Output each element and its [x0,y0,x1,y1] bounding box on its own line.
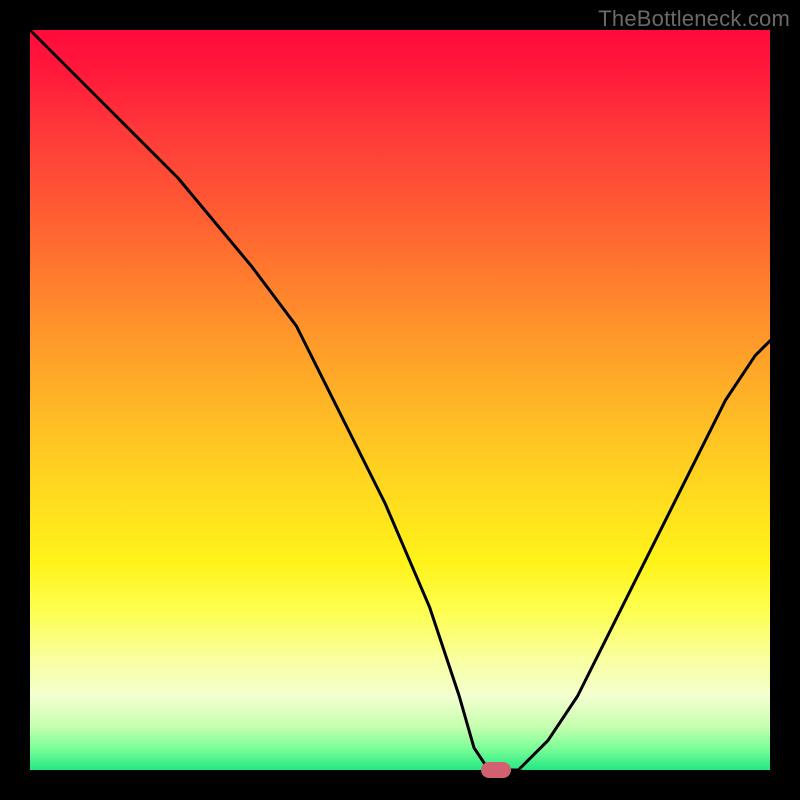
chart-frame: TheBottleneck.com [0,0,800,800]
bottleneck-curve [30,30,770,770]
watermark-text: TheBottleneck.com [598,6,790,32]
optimal-marker [481,762,511,778]
curve-path [30,30,770,770]
